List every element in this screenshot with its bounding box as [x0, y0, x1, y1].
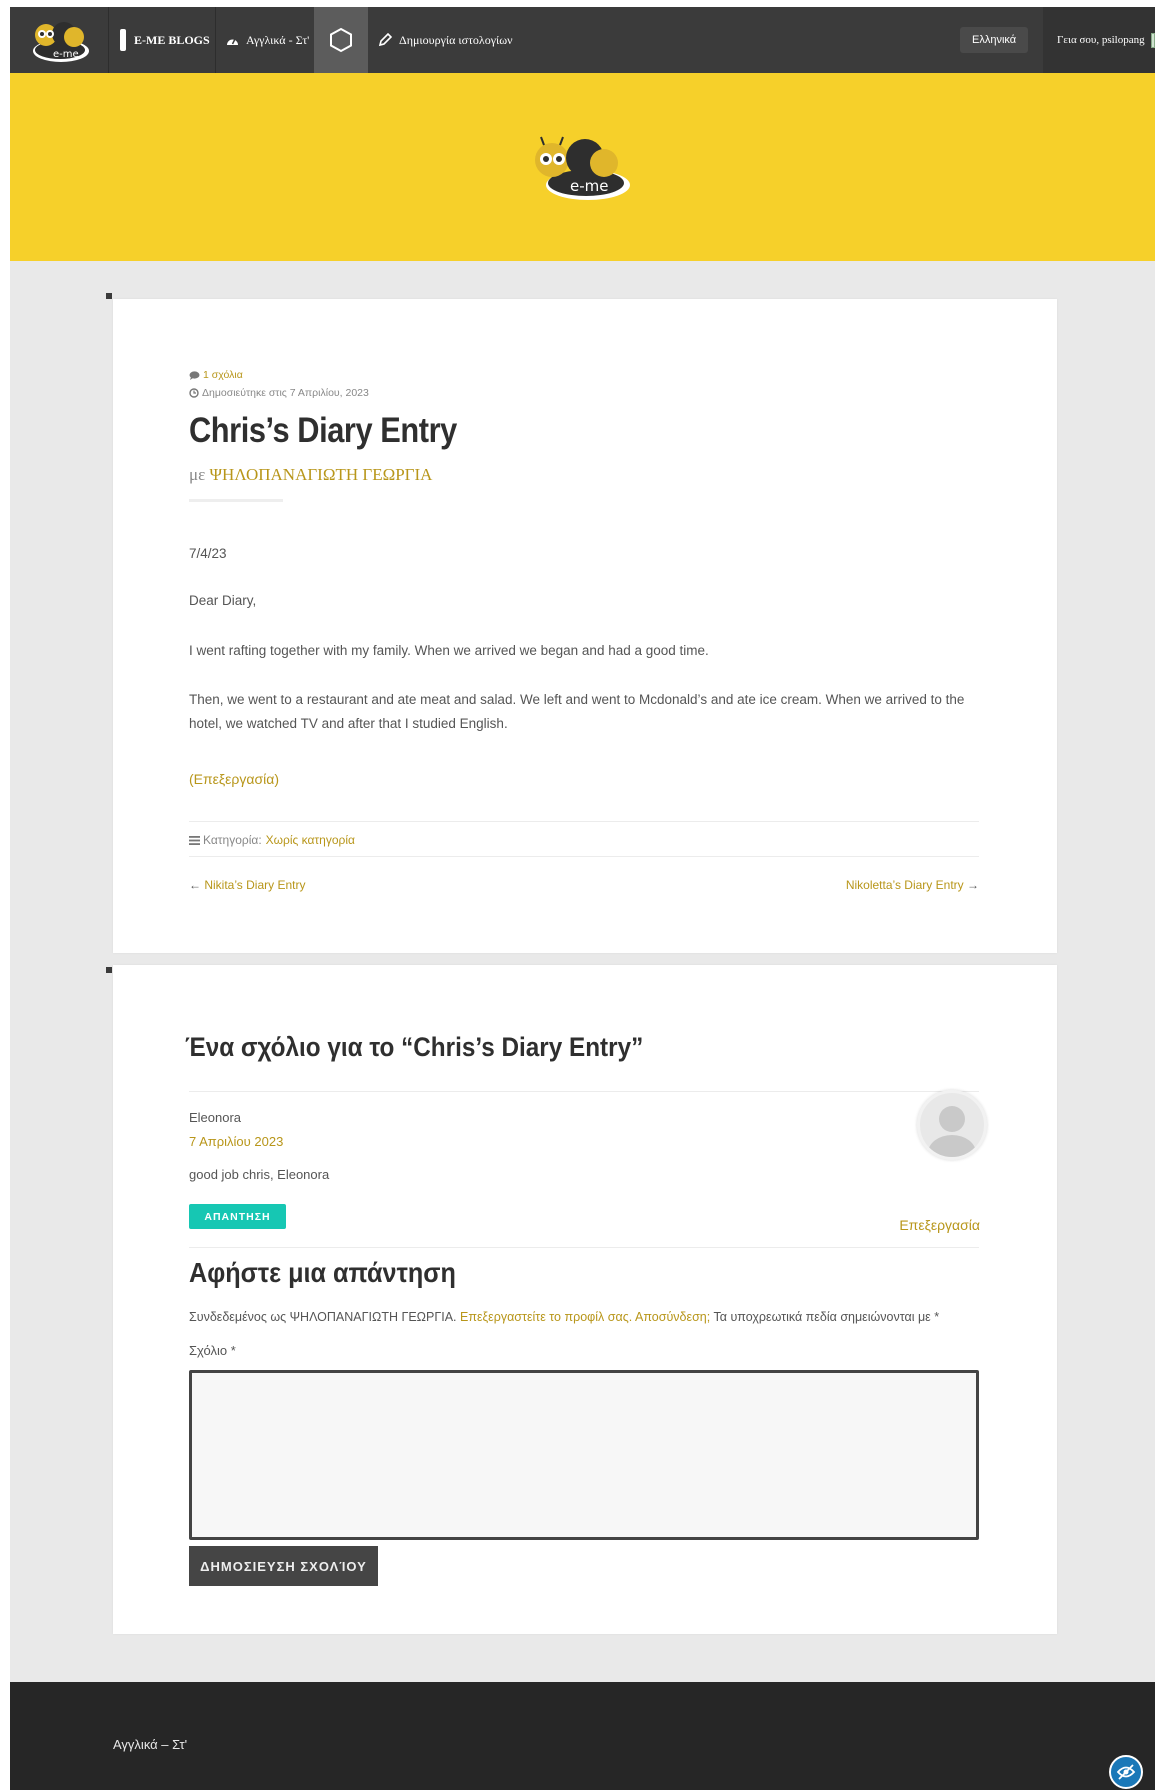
create-blogs-label: Δημιουργία ιστολογίων — [399, 32, 513, 47]
comments-card: Ένα σχόλιο για το “Chris’s Diary Entry” … — [113, 965, 1057, 1634]
default-avatar-icon — [917, 1090, 987, 1160]
reply-form-title: Αφήστε μια απάντηση — [189, 1257, 456, 1288]
menu-lines-icon — [189, 835, 200, 845]
byline-prefix: με — [189, 465, 206, 484]
comments-count-link[interactable]: 1 σχόλια — [203, 369, 243, 381]
hexagon-icon — [330, 27, 352, 53]
svg-text:e-me: e-me — [570, 177, 608, 195]
user-greeting: Γεια σου, psilopang — [1057, 34, 1145, 46]
accessibility-eye-icon — [1116, 1764, 1136, 1780]
previous-post-link[interactable]: ← Nikita’s Diary Entry — [189, 878, 305, 892]
card-marker — [106, 293, 112, 299]
post-byline: με ΨΗΛΟΠΑΝΑΓΙΩΤΗ ΓΕΩΡΓΙΑ — [189, 465, 432, 485]
accessibility-button[interactable] — [1109, 1755, 1143, 1789]
card-marker — [106, 967, 112, 973]
user-menu[interactable]: Γεια σου, psilopang — [1043, 7, 1155, 73]
comment-icon — [189, 370, 200, 380]
pencil-icon — [120, 29, 126, 51]
post-comments-meta: 1 σχόλια — [189, 369, 243, 381]
divider — [189, 821, 979, 822]
post-date-meta: Δημοσιεύτηκε στις 7 Απριλίου, 2023 — [189, 387, 369, 399]
post-paragraph: Then, we went to a restaurant and ate me… — [189, 692, 965, 731]
comment-author: Eleonora — [189, 1110, 242, 1125]
next-post-link[interactable]: Nikoletta’s Diary Entry → — [846, 878, 979, 892]
language-switcher[interactable]: Ελληνικά — [960, 27, 1029, 53]
site-name-label: Αγγλικά - Στ' — [246, 32, 310, 47]
post-paragraph: Dear Diary, — [189, 593, 257, 608]
arrow-left-icon: ← — [189, 878, 201, 892]
admin-bar: e-me E-ME BLOGS Αγγλικά - Στ' Δημιουργία… — [10, 7, 1155, 73]
edit-pencil-icon — [378, 33, 392, 47]
site-header: e-me — [10, 73, 1155, 261]
page-frame: e-me E-ME BLOGS Αγγλικά - Στ' Δημιουργία… — [10, 7, 1155, 1790]
post-comment-button[interactable]: ΔΗΜΟΣΙΕΥΣΗ ΣΧΟΛΊΟΥ — [189, 1546, 378, 1586]
footer-site-name: Αγγλικά – Στ' — [113, 1737, 188, 1752]
arrow-right-icon: → — [967, 878, 979, 892]
category-prefix: Κατηγορία: — [203, 833, 262, 847]
header-logo[interactable]: e-me — [530, 133, 636, 208]
logged-in-text: Συνδεδεμένος ως ΨΗΛΟΠΑΝΑΓΙΩΤΗ ΓΕΩΡΓΙΑ. — [189, 1310, 457, 1324]
logged-in-note: Συνδεδεμένος ως ΨΗΛΟΠΑΝΑΓΙΩΤΗ ΓΕΩΡΓΙΑ. Ε… — [189, 1310, 939, 1324]
bee-logo-icon: e-me — [33, 22, 89, 62]
site-logo-link[interactable]: e-me — [10, 7, 108, 73]
comments-heading: Ένα σχόλιο για το “Chris’s Diary Entry” — [185, 1032, 644, 1062]
site-footer: Αγγλικά – Στ' — [10, 1682, 1155, 1790]
divider — [189, 1091, 979, 1092]
comment-field-label: Σχόλιο * — [189, 1343, 236, 1358]
svg-text:e-me: e-me — [53, 49, 79, 60]
comment-edit-link[interactable]: Επεξεργασία — [899, 1217, 980, 1233]
bee-logo-icon: e-me — [535, 136, 630, 200]
eme-blogs-link[interactable]: E-ME BLOGS — [120, 7, 210, 73]
post-date: Δημοσιεύτηκε στις 7 Απριλίου, 2023 — [202, 387, 369, 399]
required-fields-note: Τα υποχρεωτικά πεδία σημειώνονται με * — [713, 1310, 940, 1324]
post-paragraph: 7/4/23 — [189, 546, 227, 561]
post-edit-link[interactable]: (Επεξεργασία) — [189, 771, 279, 787]
post-card: 1 σχόλια Δημοσιεύτηκε στις 7 Απριλίου, 2… — [113, 299, 1057, 953]
category-link[interactable]: Χωρίς κατηγορία — [266, 833, 355, 847]
reply-button[interactable]: ΑΠΑΝΤΗΣΗ — [189, 1204, 286, 1229]
create-blogs-link[interactable]: Δημιουργία ιστολογίων — [378, 7, 513, 73]
user-avatar — [1150, 32, 1155, 48]
comment-textarea[interactable] — [189, 1370, 979, 1540]
comment-date-link[interactable]: 7 Απριλίου 2023 — [189, 1134, 283, 1149]
dashboard-icon — [226, 35, 239, 46]
next-post-title: Nikoletta’s Diary Entry — [845, 878, 964, 892]
site-name-link[interactable]: Αγγλικά - Στ' — [226, 7, 309, 73]
post-author-link[interactable]: ΨΗΛΟΠΑΝΑΓΙΩΤΗ ΓΕΩΡΓΙΑ — [210, 465, 433, 484]
clock-icon — [189, 388, 199, 398]
divider — [189, 1247, 979, 1248]
hexagon-menu-button[interactable] — [314, 7, 368, 73]
previous-post-title: Nikita’s Diary Entry — [204, 878, 306, 892]
edit-profile-link[interactable]: Επεξεργαστείτε το προφίλ σας. — [460, 1310, 632, 1324]
post-paragraph: I went rafting together with my family. … — [189, 643, 709, 658]
comment-text: good job chris, Eleonora — [189, 1167, 330, 1182]
logout-link[interactable]: Αποσύνδεση; — [635, 1310, 710, 1324]
post-category: Κατηγορία: Χωρίς κατηγορία — [189, 833, 355, 847]
divider — [189, 856, 979, 857]
title-divider — [189, 499, 283, 502]
post-title: Chris’s Diary Entry — [189, 411, 457, 450]
eme-blogs-label: E-ME BLOGS — [134, 32, 210, 47]
